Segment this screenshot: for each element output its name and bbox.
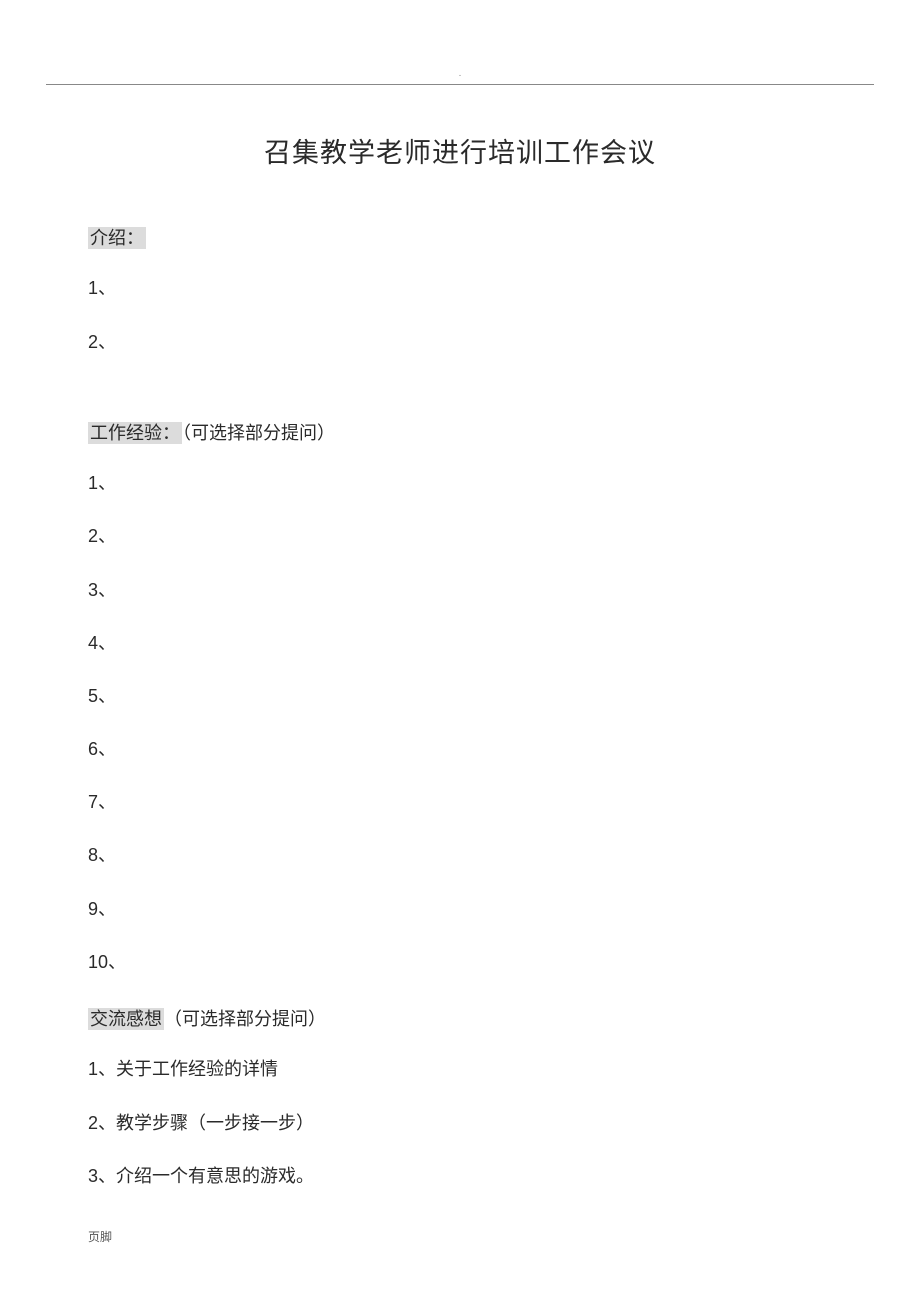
list-item: 2、教学步骤（一步接一步） (88, 1111, 832, 1136)
page-content: 召集教学老师进行培训工作会议 介绍： 1、 2、 工作经验：（可选择部分提问） … (0, 85, 920, 1189)
section-intro-label: 介绍： (88, 222, 832, 254)
list-item: 1、 (88, 471, 832, 496)
list-item: 3、介绍一个有意思的游戏。 (88, 1164, 832, 1189)
list-item: 3、 (88, 578, 832, 603)
section-thoughts-label: 交流感想（可选择部分提问） (88, 1003, 832, 1035)
list-item: 1、关于工作经验的详情 (88, 1057, 832, 1082)
thoughts-label-text: 交流感想 (88, 1008, 164, 1030)
list-item: 9、 (88, 897, 832, 922)
list-item: 10、 (88, 950, 832, 975)
thoughts-hint: （可选择部分提问） (164, 1009, 326, 1029)
experience-hint: （可选择部分提问） (182, 423, 335, 443)
list-item: 7、 (88, 790, 832, 815)
page-footer: 页脚 (88, 1228, 112, 1245)
intro-label-text: 介绍： (88, 227, 146, 249)
list-item: 5、 (88, 684, 832, 709)
section-experience-label: 工作经验：（可选择部分提问） (88, 417, 832, 449)
list-item: 8、 (88, 843, 832, 868)
page-title: 召集教学老师进行培训工作会议 (88, 131, 832, 170)
list-item: 4、 (88, 631, 832, 656)
list-item: 2、 (88, 330, 832, 355)
list-item: 1、 (88, 276, 832, 301)
experience-label-text: 工作经验： (88, 422, 182, 444)
list-item: 2、 (88, 524, 832, 549)
header-dot: . (0, 0, 920, 78)
list-item: 6、 (88, 737, 832, 762)
